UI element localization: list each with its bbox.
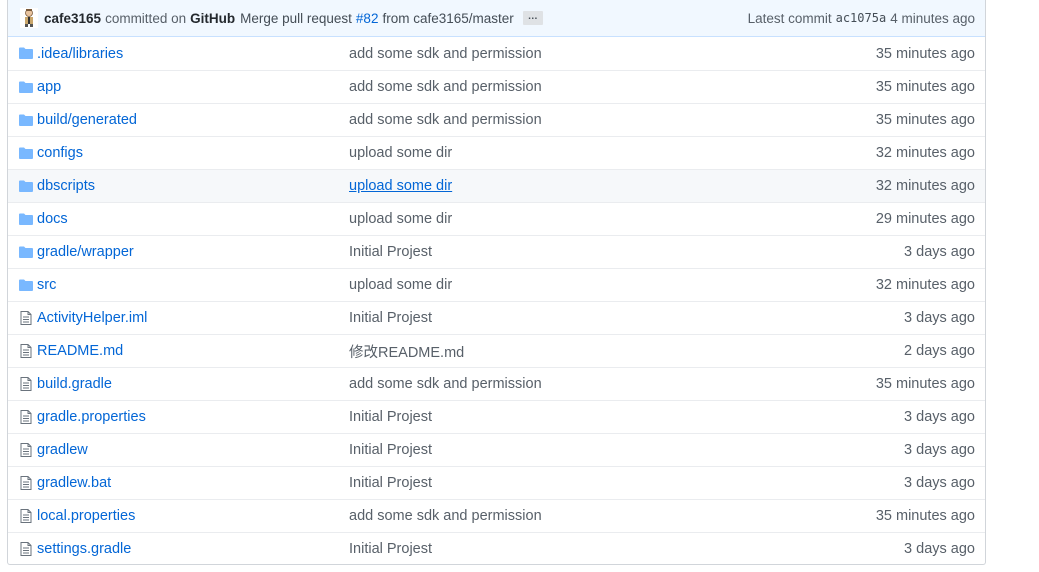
commit-message-link[interactable]: 修改README.md bbox=[349, 341, 464, 362]
file-row[interactable]: .idea/libraries add some sdk and permissi… bbox=[8, 37, 985, 70]
file-list: .idea/libraries add some sdk and permissi… bbox=[8, 37, 985, 564]
file-name-link[interactable]: README.md bbox=[37, 343, 123, 359]
file-row[interactable]: app add some sdk and permission 35 minutes… bbox=[8, 70, 985, 103]
folder-icon bbox=[19, 213, 33, 225]
commit-message-link[interactable]: upload some dir bbox=[349, 145, 452, 161]
file-name-link[interactable]: configs bbox=[37, 145, 83, 161]
folder-icon bbox=[19, 147, 33, 159]
file-name-link[interactable]: build/generated bbox=[37, 112, 137, 128]
file-name-link[interactable]: settings.gradle bbox=[37, 541, 131, 557]
commit-message-link[interactable]: add some sdk and permission bbox=[349, 46, 542, 62]
file-icon bbox=[20, 410, 32, 424]
commit-message-suffix[interactable]: from cafe3165/master bbox=[382, 11, 513, 26]
file-icon bbox=[20, 542, 32, 556]
committer-link[interactable]: GitHub bbox=[190, 11, 235, 26]
file-row[interactable]: README.md 修改README.md 2 days ago bbox=[8, 334, 985, 367]
file-name-link[interactable]: gradlew bbox=[37, 442, 88, 458]
folder-icon bbox=[19, 81, 33, 93]
file-icon bbox=[20, 443, 32, 457]
file-row[interactable]: local.properties add some sdk and permiss… bbox=[8, 499, 985, 532]
file-row[interactable]: build.gradle add some sdk and permission 3… bbox=[8, 367, 985, 400]
file-browser: cafe3165 committed on GitHub Merge pull … bbox=[7, 0, 986, 565]
commit-message-link[interactable]: upload some dir bbox=[349, 178, 452, 194]
commit-message-link[interactable]: Initial Projest bbox=[349, 409, 432, 425]
file-row[interactable]: gradle/wrapper Initial Projest 3 days ago bbox=[8, 235, 985, 268]
commit-age: 32 minutes ago bbox=[875, 277, 975, 293]
commit-sha-link[interactable]: ac1075a bbox=[836, 11, 887, 25]
commit-message-link[interactable]: Initial Projest bbox=[349, 244, 432, 260]
commit-message-link[interactable]: add some sdk and permission bbox=[349, 112, 542, 128]
file-name-link[interactable]: gradle/wrapper bbox=[37, 244, 134, 260]
commit-message-prefix[interactable]: Merge pull request bbox=[240, 11, 352, 26]
commit-age: 35 minutes ago bbox=[875, 508, 975, 524]
file-icon bbox=[20, 377, 32, 391]
expand-commit-message-button[interactable]: … bbox=[522, 11, 544, 25]
commit-message-link[interactable]: add some sdk and permission bbox=[349, 376, 542, 392]
commit-message-link[interactable]: Initial Projest bbox=[349, 541, 432, 557]
commit-age: 3 days ago bbox=[904, 310, 975, 326]
file-name-link[interactable]: local.properties bbox=[37, 508, 135, 524]
commit-age: 3 days ago bbox=[904, 244, 975, 260]
commit-message-link[interactable]: Initial Projest bbox=[349, 475, 432, 491]
file-row[interactable]: ActivityHelper.iml Initial Projest 3 days … bbox=[8, 301, 985, 334]
file-row[interactable]: configs upload some dir 32 minutes ago bbox=[8, 136, 985, 169]
file-row[interactable]: gradlew Initial Projest 3 days ago bbox=[8, 433, 985, 466]
file-row[interactable]: src upload some dir 32 minutes ago bbox=[8, 268, 985, 301]
commit-age: 35 minutes ago bbox=[875, 112, 975, 128]
file-name-link[interactable]: app bbox=[37, 79, 61, 95]
file-row[interactable]: build/generated add some sdk and permissi… bbox=[8, 103, 985, 136]
folder-icon bbox=[19, 180, 33, 192]
commit-age: 35 minutes ago bbox=[875, 376, 975, 392]
commit-age: 3 days ago bbox=[904, 442, 975, 458]
folder-icon bbox=[19, 279, 33, 291]
commit-age: 4 minutes ago bbox=[890, 10, 975, 26]
file-row[interactable]: settings.gradle Initial Projest 3 days ago bbox=[8, 532, 985, 564]
file-row[interactable]: gradlew.bat Initial Projest 3 days ago bbox=[8, 466, 985, 499]
file-name-link[interactable]: docs bbox=[37, 211, 68, 227]
file-name-link[interactable]: gradlew.bat bbox=[37, 475, 111, 491]
file-row[interactable]: gradle.properties Initial Projest 3 days a… bbox=[8, 400, 985, 433]
commit-author-link[interactable]: cafe3165 bbox=[44, 11, 101, 26]
avatar[interactable] bbox=[20, 8, 38, 28]
commit-age: 35 minutes ago bbox=[875, 45, 975, 62]
file-row[interactable]: docs upload some dir 29 minutes ago bbox=[8, 202, 985, 235]
file-name-link[interactable]: ActivityHelper.iml bbox=[37, 310, 147, 326]
commit-age: 35 minutes ago bbox=[875, 79, 975, 95]
latest-commit-label: Latest commit bbox=[747, 10, 832, 26]
commit-age: 3 days ago bbox=[904, 541, 975, 557]
commit-message-link[interactable]: upload some dir bbox=[349, 277, 452, 293]
file-icon bbox=[20, 311, 32, 325]
file-name-link[interactable]: src bbox=[37, 277, 56, 293]
folder-icon bbox=[19, 246, 33, 258]
file-name-link[interactable]: gradle.properties bbox=[37, 409, 146, 425]
commit-age: 29 minutes ago bbox=[875, 211, 975, 227]
commit-message-link[interactable]: add some sdk and permission bbox=[349, 79, 542, 95]
folder-icon bbox=[19, 114, 33, 126]
commit-age: 3 days ago bbox=[904, 409, 975, 425]
file-row[interactable]: dbscripts upload some dir 32 minutes ago bbox=[8, 169, 985, 202]
commit-age: 32 minutes ago bbox=[875, 178, 975, 194]
file-icon bbox=[20, 509, 32, 523]
file-name-link[interactable]: .idea/libraries bbox=[37, 46, 123, 62]
folder-icon bbox=[19, 47, 33, 59]
commit-message-link[interactable]: Initial Projest bbox=[349, 310, 432, 326]
pull-request-link[interactable]: #82 bbox=[356, 11, 379, 26]
file-name-link[interactable]: build.gradle bbox=[37, 376, 112, 392]
committed-on-text: committed on bbox=[105, 10, 187, 26]
file-name-link[interactable]: dbscripts bbox=[37, 178, 95, 194]
commit-message-link[interactable]: Initial Projest bbox=[349, 442, 432, 458]
commit-message-link[interactable]: add some sdk and permission bbox=[349, 508, 542, 524]
commit-message-link[interactable]: upload some dir bbox=[349, 211, 452, 227]
commit-age: 2 days ago bbox=[904, 343, 975, 359]
latest-commit-bar: cafe3165 committed on GitHub Merge pull … bbox=[8, 0, 985, 37]
commit-age: 3 days ago bbox=[904, 475, 975, 491]
file-icon bbox=[20, 344, 32, 358]
commit-age: 32 minutes ago bbox=[875, 145, 975, 161]
file-icon bbox=[20, 476, 32, 490]
